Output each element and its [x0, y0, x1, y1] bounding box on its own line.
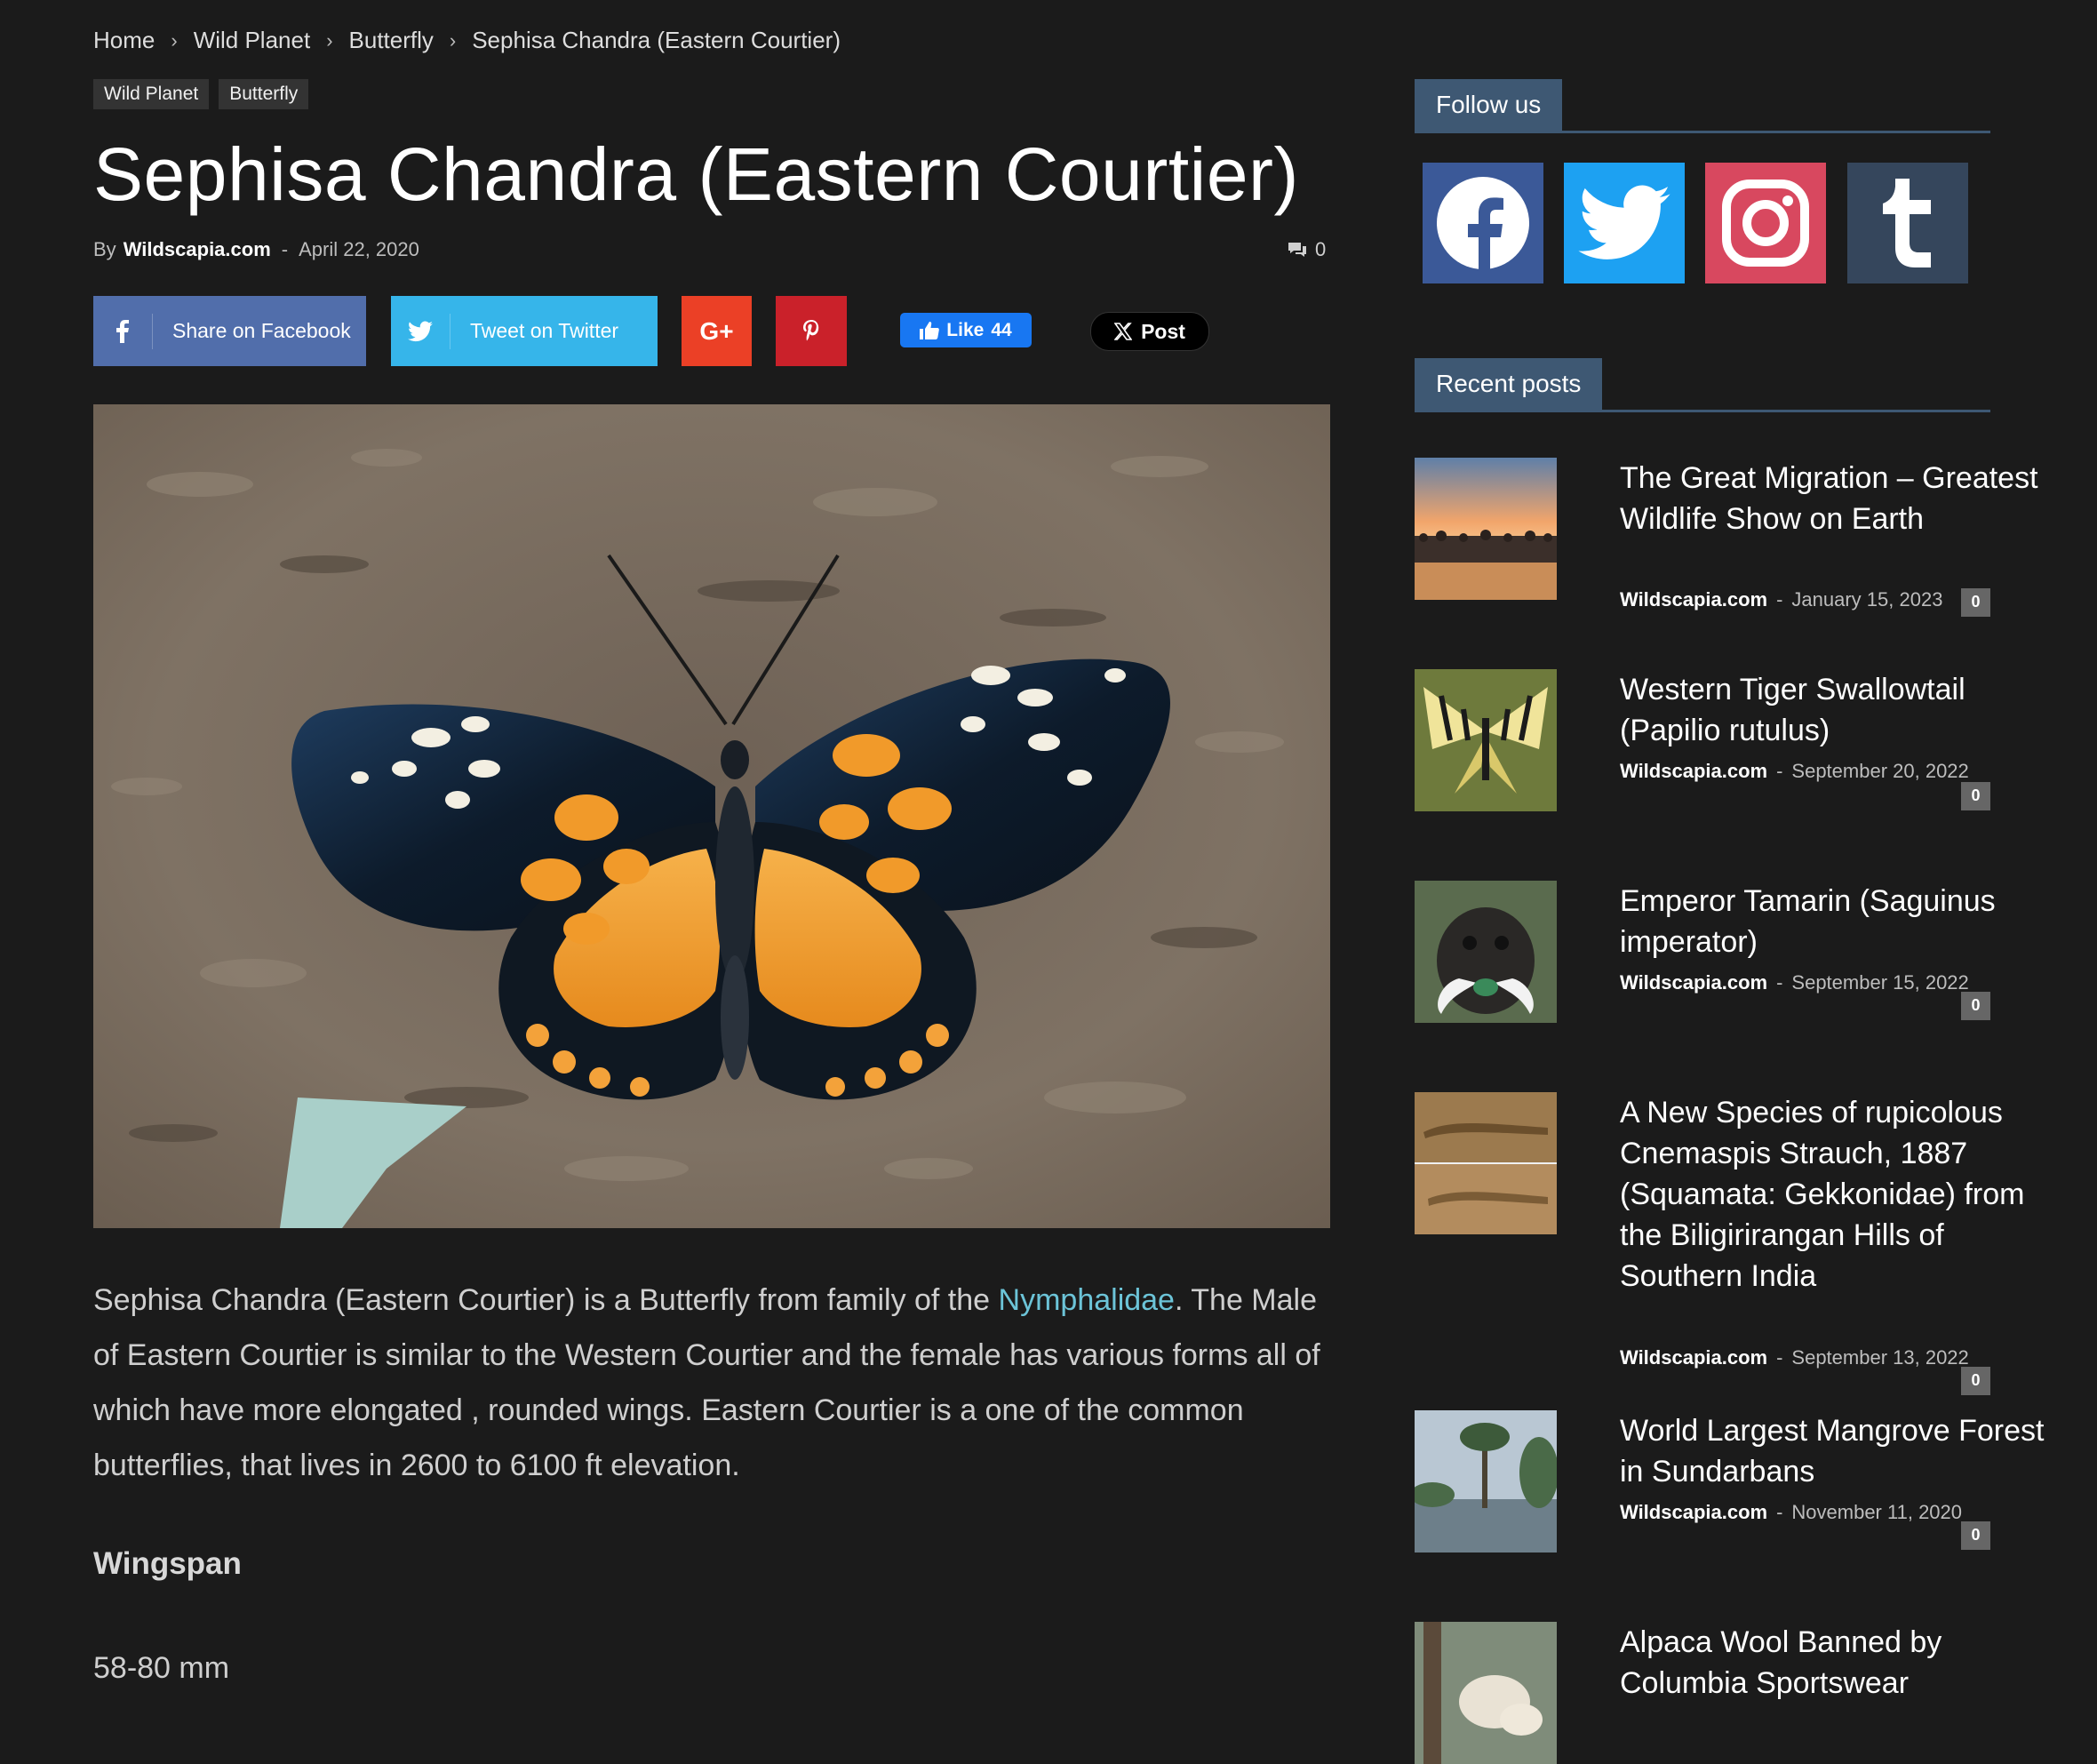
- facebook-icon: [93, 319, 152, 343]
- comment-count: 0: [1315, 238, 1327, 260]
- article-meta: By Wildscapia.com - April 22, 2020: [93, 238, 419, 261]
- post-meta: Wildscapia.com - November 11, 2020: [1620, 1501, 1962, 1524]
- article-paragraph: Sephisa Chandra (Eastern Courtier) is a …: [93, 1273, 1337, 1493]
- post-thumbnail[interactable]: [1415, 1410, 1557, 1552]
- meta-dash: -: [1776, 1501, 1783, 1523]
- paragraph-text: Sephisa Chandra (Eastern Courtier) is a …: [93, 1283, 999, 1317]
- breadcrumb-home[interactable]: Home: [93, 27, 155, 54]
- follow-us-header: Follow us: [1415, 79, 1990, 133]
- post-comment-count[interactable]: 0: [1961, 782, 1990, 810]
- post-meta: Wildscapia.com - September 13, 2022: [1620, 1346, 1969, 1369]
- category-tags: Wild Planet Butterfly: [93, 79, 309, 109]
- share-twitter-label: Tweet on Twitter: [470, 319, 619, 342]
- post-title-link[interactable]: The Great Migration – Greatest Wildlife …: [1620, 458, 2046, 539]
- post-title-link[interactable]: A New Species of rupicolous Cnemaspis St…: [1620, 1092, 2046, 1297]
- post-comment-count[interactable]: 0: [1961, 1521, 1990, 1550]
- fb-like-count: 44: [991, 319, 1012, 340]
- post-meta: Wildscapia.com - September 20, 2022: [1620, 760, 1969, 783]
- twitter-icon: [391, 320, 450, 342]
- x-post-label: Post: [1141, 319, 1185, 343]
- wingspan-heading: Wingspan: [93, 1546, 242, 1581]
- breadcrumb-wild-planet[interactable]: Wild Planet: [194, 27, 311, 54]
- post-author-link[interactable]: Wildscapia.com: [1620, 760, 1767, 782]
- meta-dash: -: [1776, 588, 1783, 611]
- facebook-follow-button[interactable]: [1423, 163, 1543, 283]
- share-facebook-button[interactable]: Share on Facebook: [93, 296, 366, 366]
- article-title: Sephisa Chandra (Eastern Courtier): [93, 132, 1299, 216]
- pinterest-icon: [803, 319, 819, 340]
- article-date: April 22, 2020: [299, 238, 419, 260]
- nymphalidae-link[interactable]: Nymphalidae: [999, 1283, 1175, 1317]
- facebook-like-button[interactable]: Like 44: [900, 313, 1032, 347]
- facebook-icon: [1437, 177, 1529, 271]
- post-title-link[interactable]: Western Tiger Swallowtail (Papilio rutul…: [1620, 669, 2046, 751]
- twitter-follow-button[interactable]: [1564, 163, 1685, 283]
- post-meta: Wildscapia.com - September 15, 2022: [1620, 971, 1969, 994]
- wingspan-value: 58-80 mm: [93, 1651, 230, 1685]
- meta-dash: -: [1776, 971, 1783, 994]
- post-comment-count[interactable]: 0: [1961, 992, 1990, 1020]
- butterfly-photo: [93, 404, 1330, 1228]
- post-comment-count[interactable]: 0: [1961, 588, 1990, 617]
- tag-wild-planet[interactable]: Wild Planet: [93, 79, 210, 109]
- post-date: September 20, 2022: [1791, 760, 1969, 782]
- recent-posts-title: Recent posts: [1415, 358, 1603, 410]
- post-title-link[interactable]: Alpaca Wool Banned by Columbia Sportswea…: [1620, 1622, 2046, 1704]
- tumblr-follow-button[interactable]: [1847, 163, 1968, 283]
- post-title-link[interactable]: World Largest Mangrove Forest in Sundarb…: [1620, 1410, 2046, 1492]
- divider: [152, 313, 153, 349]
- post-date: September 13, 2022: [1791, 1346, 1969, 1369]
- post-date: November 11, 2020: [1791, 1501, 1963, 1523]
- post-thumbnail[interactable]: [1415, 1622, 1557, 1764]
- x-logo-icon: [1114, 323, 1133, 340]
- post-author-link[interactable]: Wildscapia.com: [1620, 1346, 1767, 1369]
- post-thumbnail[interactable]: [1415, 669, 1557, 811]
- breadcrumb-separator: ›: [326, 28, 333, 52]
- instagram-icon: [1722, 180, 1809, 267]
- tag-butterfly[interactable]: Butterfly: [219, 79, 309, 109]
- meta-dash: -: [281, 238, 289, 260]
- share-twitter-button[interactable]: Tweet on Twitter: [391, 296, 658, 366]
- breadcrumb-separator: ›: [171, 28, 178, 52]
- post-comment-count[interactable]: 0: [1961, 1367, 1990, 1395]
- meta-dash: -: [1776, 1346, 1783, 1369]
- instagram-follow-button[interactable]: [1705, 163, 1826, 283]
- tumblr-icon: [1883, 179, 1931, 267]
- twitter-icon: [1578, 185, 1670, 259]
- share-pinterest-button[interactable]: [776, 296, 847, 366]
- recent-posts-header: Recent posts: [1415, 358, 1990, 412]
- by-label: By: [93, 238, 116, 260]
- share-googleplus-button[interactable]: G+: [682, 296, 752, 366]
- googleplus-icon: G+: [699, 316, 734, 345]
- post-title-link[interactable]: Emperor Tamarin (Saguinus imperator): [1620, 881, 2046, 962]
- post-date: January 15, 2023: [1791, 588, 1943, 611]
- comment-icon: [1288, 243, 1306, 257]
- follow-us-title: Follow us: [1415, 79, 1563, 131]
- post-author-link[interactable]: Wildscapia.com: [1620, 1501, 1767, 1523]
- post-date: September 15, 2022: [1791, 971, 1969, 994]
- fb-like-label: Like: [946, 319, 985, 340]
- post-author-link[interactable]: Wildscapia.com: [1620, 971, 1767, 994]
- post-author-link[interactable]: Wildscapia.com: [1620, 588, 1767, 611]
- thumbs-up-icon: [920, 321, 940, 339]
- comment-count-link[interactable]: 0: [1287, 238, 1326, 261]
- post-thumbnail[interactable]: [1415, 881, 1557, 1023]
- author-link[interactable]: Wildscapia.com: [124, 238, 271, 261]
- article-featured-image: [93, 404, 1330, 1228]
- breadcrumb-butterfly[interactable]: Butterfly: [349, 27, 434, 54]
- post-meta: Wildscapia.com - January 15, 2023: [1620, 588, 1942, 611]
- share-facebook-label: Share on Facebook: [172, 319, 351, 342]
- post-thumbnail[interactable]: [1415, 1092, 1557, 1234]
- meta-dash: -: [1776, 760, 1783, 782]
- breadcrumb-separator: ›: [449, 28, 457, 52]
- x-post-button[interactable]: Post: [1090, 312, 1209, 351]
- breadcrumb-current: Sephisa Chandra (Eastern Courtier): [472, 27, 841, 53]
- post-thumbnail[interactable]: [1415, 458, 1557, 600]
- breadcrumb: Home › Wild Planet › Butterfly › Sephisa…: [93, 27, 841, 54]
